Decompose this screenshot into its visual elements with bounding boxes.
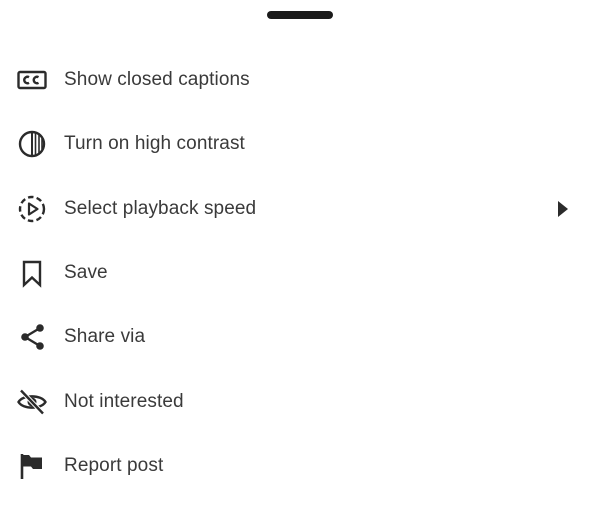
menu-item-label: Save <box>64 262 108 284</box>
bookmark-icon <box>16 257 48 289</box>
menu-item-label: Not interested <box>64 390 184 412</box>
playback-speed-icon <box>16 193 48 225</box>
menu-item-label: Turn on high contrast <box>64 133 245 155</box>
menu-item-share[interactable]: Share via <box>0 305 600 369</box>
menu-item-playback-speed[interactable]: Select playback speed <box>0 177 600 241</box>
share-icon <box>16 321 48 353</box>
bottom-sheet-menu: Show closed captions Turn on high contra… <box>0 0 600 515</box>
menu-item-label: Show closed captions <box>64 69 250 91</box>
menu-item-not-interested[interactable]: Not interested <box>0 369 600 433</box>
closed-captions-icon <box>16 64 48 96</box>
menu-list: Show closed captions Turn on high contra… <box>0 48 600 498</box>
menu-item-save[interactable]: Save <box>0 241 600 305</box>
high-contrast-icon <box>16 128 48 160</box>
menu-item-high-contrast[interactable]: Turn on high contrast <box>0 112 600 176</box>
menu-item-report[interactable]: Report post <box>0 434 600 498</box>
menu-item-label: Select playback speed <box>64 197 257 219</box>
menu-item-label: Share via <box>64 326 146 348</box>
eye-off-icon <box>16 386 48 418</box>
flag-icon <box>16 450 48 482</box>
menu-item-closed-captions[interactable]: Show closed captions <box>0 48 600 112</box>
menu-item-label: Report post <box>64 454 164 476</box>
drag-handle[interactable] <box>267 11 333 19</box>
chevron-right-icon <box>556 199 570 219</box>
